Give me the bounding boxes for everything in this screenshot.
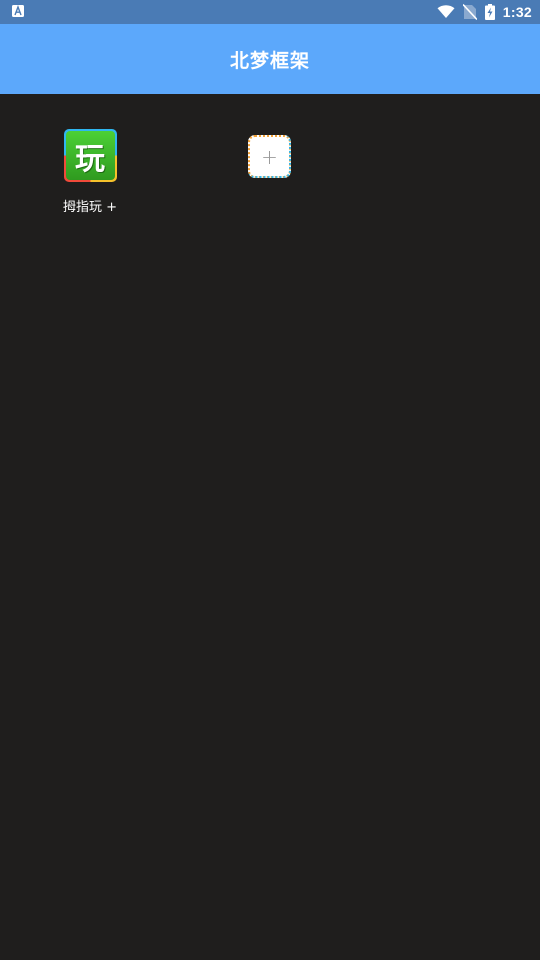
- muzhiwan-app-icon: 玩: [65, 131, 115, 180]
- wifi-icon: [437, 5, 455, 18]
- app-bar: 北梦框架: [0, 24, 540, 94]
- no-sim-signal-icon: [462, 4, 477, 20]
- plus-icon: +: [261, 144, 278, 169]
- app-label: 拇指玩 +: [62, 200, 118, 215]
- app-grid: 玩 拇指玩 + +: [0, 94, 540, 960]
- status-icons: 1:32: [437, 0, 532, 24]
- status-time: 1:32: [502, 4, 532, 20]
- add-app-button[interactable]: +: [248, 135, 291, 178]
- app-title: 北梦框架: [229, 49, 310, 72]
- status-bar: 1:32: [0, 0, 540, 24]
- a-letter-notification-icon: [12, 5, 24, 17]
- app-tile-muzhiwan[interactable]: 玩 拇指玩 +: [45, 129, 135, 215]
- app-icon-frame: 玩: [63, 129, 117, 182]
- battery-charging-icon: [484, 4, 495, 20]
